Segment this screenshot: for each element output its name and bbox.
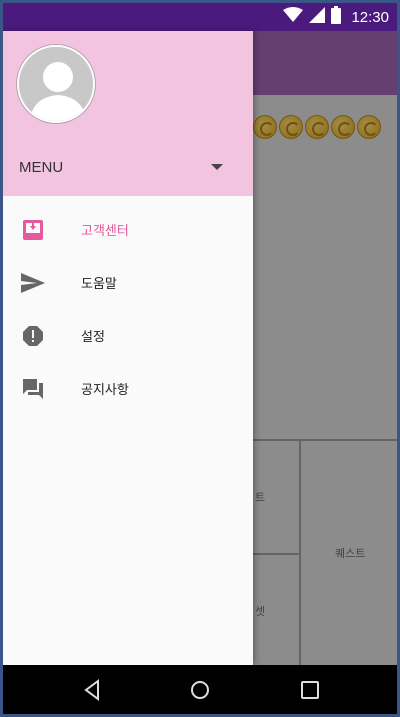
status-bar: 12:30 [3, 3, 397, 31]
drawer-item-label: 고객센터 [81, 224, 129, 239]
profile-placeholder-icon [19, 47, 93, 121]
device-frame: 12:30 트 퀘스트 셋 MENU 고객센터 도움말 설정 공지사항 [0, 0, 400, 717]
avatar[interactable] [17, 45, 95, 123]
drawer-item-settings[interactable]: 설정 [3, 309, 253, 362]
chevron-down-icon[interactable] [211, 164, 223, 170]
wifi-icon [283, 7, 304, 27]
drawer-nav-list: 고객센터 도움말 설정 공지사항 [3, 203, 253, 415]
inbox-icon [20, 217, 46, 243]
recents-icon[interactable] [299, 679, 321, 701]
send-icon [20, 270, 46, 296]
drawer-item-customer-center[interactable]: 고객센터 [3, 203, 253, 256]
drawer-header: MENU [3, 31, 253, 196]
status-time: 12:30 [351, 8, 389, 26]
drawer-item-notice[interactable]: 공지사항 [3, 362, 253, 415]
alert-icon [20, 323, 46, 349]
status-icons: 12:30 [283, 6, 389, 28]
system-nav-bar [3, 665, 397, 714]
drawer-item-label: 설정 [81, 330, 105, 345]
menu-label: MENU [19, 159, 64, 176]
drawer-item-help[interactable]: 도움말 [3, 256, 253, 309]
signal-icon [309, 7, 326, 27]
battery-icon [331, 6, 342, 28]
drawer-item-label: 도움말 [81, 277, 117, 292]
drawer-item-label: 공지사항 [81, 383, 129, 398]
navigation-drawer: MENU 고객센터 도움말 설정 공지사항 [3, 31, 253, 665]
forum-icon [20, 376, 46, 402]
home-icon[interactable] [189, 679, 211, 701]
back-icon[interactable] [81, 679, 103, 701]
